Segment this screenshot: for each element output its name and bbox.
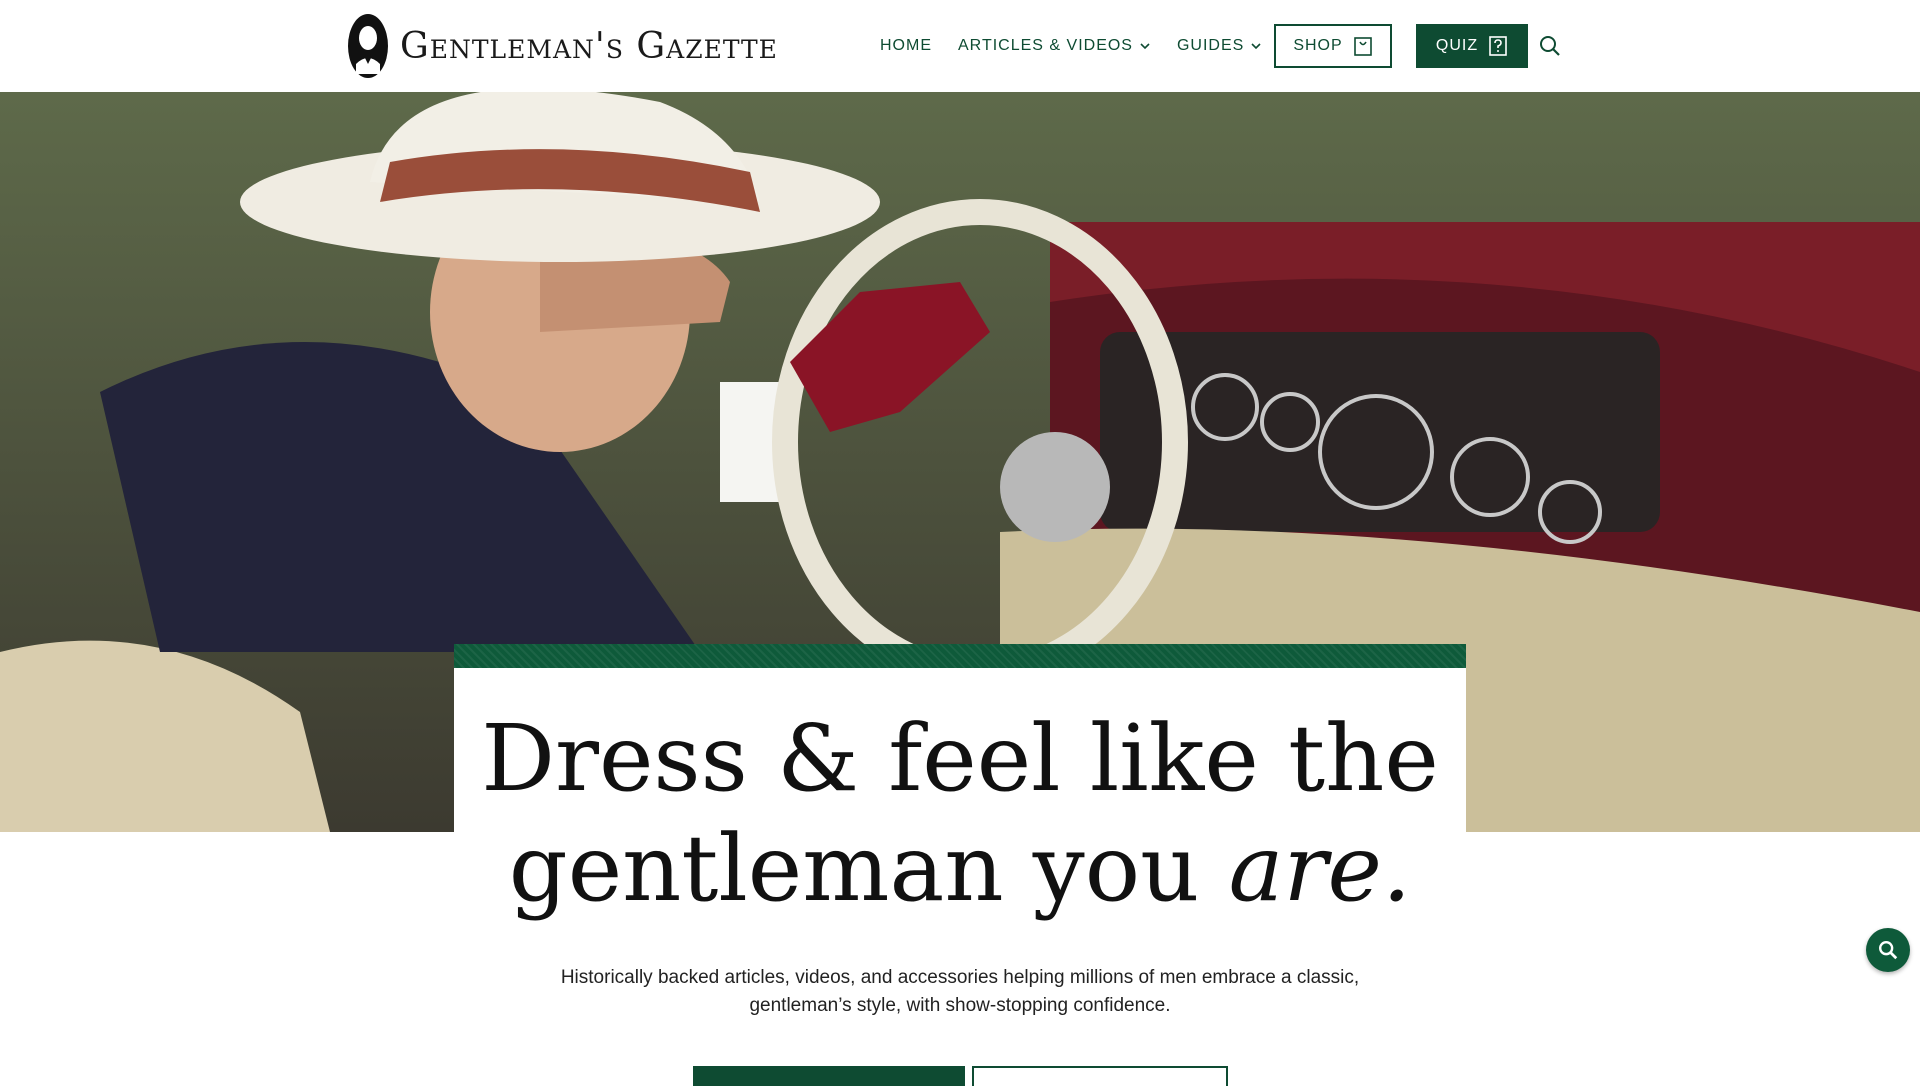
- cta-primary-button[interactable]: [693, 1066, 965, 1086]
- hero-headline: Dress & feel like the gentleman you are.: [454, 704, 1466, 924]
- shop-button[interactable]: SHOP: [1274, 24, 1392, 68]
- floating-search-button[interactable]: [1866, 928, 1910, 972]
- headline-line-2: gentleman you: [508, 815, 1229, 922]
- nav-guides[interactable]: GUIDES: [1177, 37, 1262, 55]
- nav-articles-label: ARTICLES & VIDEOS: [958, 37, 1133, 54]
- search-icon: [1879, 941, 1898, 960]
- main-nav: HOME ARTICLES & VIDEOS GUIDES: [880, 24, 1288, 68]
- search-icon[interactable]: [1538, 34, 1562, 58]
- nav-home[interactable]: HOME: [880, 37, 932, 55]
- nav-articles-videos[interactable]: ARTICLES & VIDEOS: [958, 37, 1151, 55]
- quiz-icon: [1489, 36, 1507, 56]
- logo[interactable]: Gentleman's Gazette: [346, 12, 778, 80]
- chevron-down-icon: [1251, 43, 1261, 50]
- card-accent-bar: [454, 644, 1466, 668]
- logo-portrait-icon: [348, 14, 388, 78]
- quiz-button[interactable]: QUIZ: [1416, 24, 1528, 68]
- chevron-down-icon: [1140, 43, 1150, 50]
- shop-label: SHOP: [1293, 37, 1343, 54]
- headline-line-1: Dress & feel like the: [481, 705, 1439, 812]
- headline-emphasis: are.: [1228, 815, 1412, 922]
- shopping-bag-icon: [1353, 37, 1372, 56]
- site-header: Gentleman's Gazette HOME ARTICLES & VIDE…: [0, 0, 1920, 92]
- logo-text: Gentleman's Gazette: [400, 25, 778, 67]
- nav-home-label: HOME: [880, 37, 932, 54]
- nav-guides-label: GUIDES: [1176, 37, 1245, 54]
- quiz-label: QUIZ: [1435, 37, 1479, 54]
- hero-card: Dress & feel like the gentleman you are.…: [454, 644, 1466, 1086]
- cta-secondary-button[interactable]: [972, 1066, 1228, 1086]
- hero-subtitle: Historically backed articles, videos, an…: [560, 967, 1360, 1016]
